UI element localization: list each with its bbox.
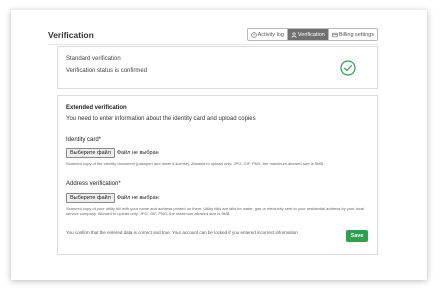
identity-card-file-input: Выберите файл Файл не выбран xyxy=(66,148,159,158)
address-verification-file-state: Файл не выбран xyxy=(116,195,159,201)
identity-card-help-text: Scanned copy of the identity document (p… xyxy=(66,161,324,166)
clock-icon xyxy=(250,31,257,38)
identity-card-choose-file-button[interactable]: Выберите файл xyxy=(66,148,115,158)
check-circle-icon xyxy=(340,60,356,76)
confirmation-text: You confirm that the entered data is cor… xyxy=(66,230,298,235)
extended-verification-panel: Extended verification You need to enter … xyxy=(57,95,378,255)
tab-bar: Activity log Verification Billing settin… xyxy=(246,28,378,41)
page-header: Verification Activity log Verification B… xyxy=(48,28,378,44)
identity-card-label: Identity card* xyxy=(66,137,102,143)
address-verification-choose-file-button[interactable]: Выберите файл xyxy=(66,193,115,203)
tab-label: Activity log xyxy=(257,31,284,38)
header-divider xyxy=(48,44,378,45)
extended-verification-title: Extended verification xyxy=(66,105,127,111)
identity-card-file-state: Файл не выбран xyxy=(116,150,159,156)
extended-verification-description: You need to enter information about the … xyxy=(66,116,256,122)
verification-status-text: Verification status is confirmed xyxy=(66,68,148,74)
tab-billing-settings[interactable]: Billing settings xyxy=(327,29,377,40)
tab-verification[interactable]: Verification xyxy=(286,29,328,40)
address-verification-help-text: Scanned copy of your utility bill with y… xyxy=(66,206,364,217)
standard-verification-title: Standard verification xyxy=(66,56,121,62)
standard-verification-panel: Standard verification Verification statu… xyxy=(57,46,378,89)
address-verification-label: Address verification* xyxy=(66,181,121,187)
tab-activity-log[interactable]: Activity log xyxy=(247,29,287,40)
save-button[interactable]: Save xyxy=(346,230,368,242)
address-verification-file-input: Выберите файл Файл не выбран xyxy=(66,193,159,203)
card-icon xyxy=(332,32,338,37)
user-icon xyxy=(291,31,297,38)
tab-label: Billing settings xyxy=(338,31,374,38)
tab-label: Verification xyxy=(297,31,325,38)
page-title: Verification xyxy=(48,30,94,40)
